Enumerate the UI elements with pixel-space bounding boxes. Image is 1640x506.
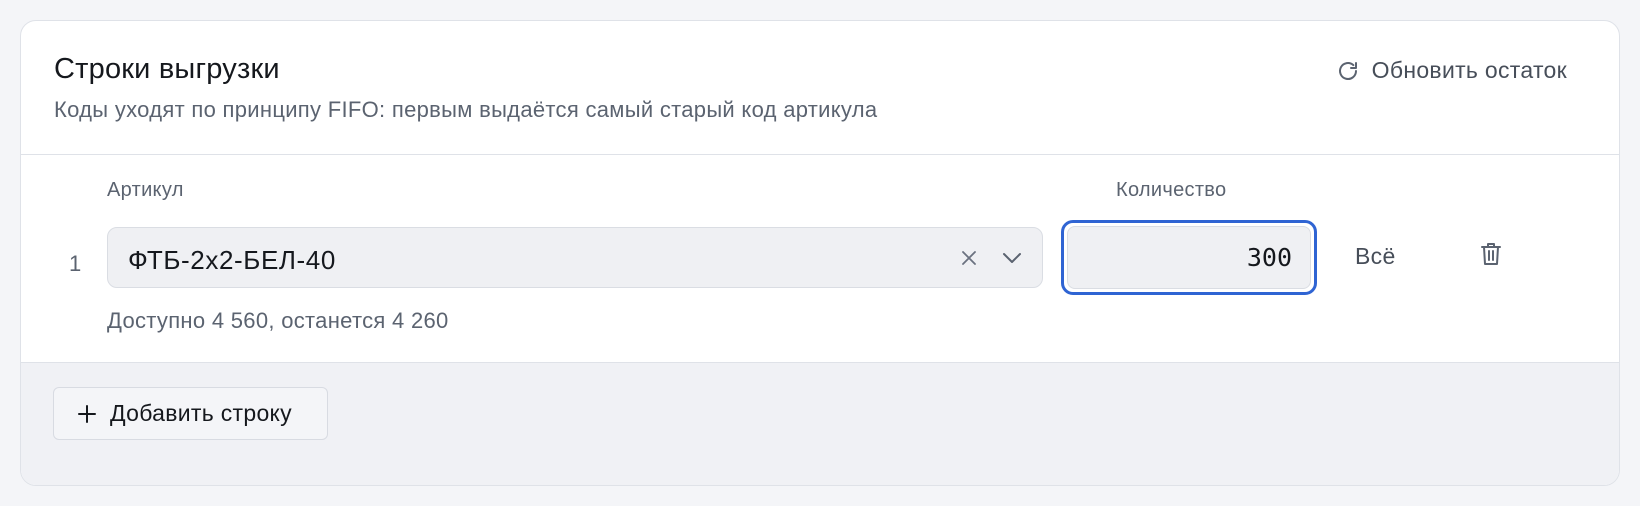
add-row-label: Добавить строку (110, 400, 292, 426)
export-rows-card: Строки выгрузки Коды уходят по принципу … (20, 20, 1620, 486)
trash-icon[interactable] (1479, 241, 1503, 267)
card-footer: Добавить строку (21, 362, 1619, 485)
quantity-field-focus-ring (1061, 220, 1317, 295)
add-row-button[interactable]: Добавить строку (53, 387, 328, 440)
sku-select[interactable]: ФТБ-2х2-БЕЛ-40 (107, 227, 1043, 288)
row-number: 1 (69, 251, 82, 276)
refresh-icon (1338, 61, 1357, 80)
card-title: Строки выгрузки (54, 53, 280, 85)
clear-icon[interactable] (958, 247, 980, 269)
refresh-stock-button[interactable]: Обновить остаток (1336, 57, 1567, 84)
sku-column-label: Артикул (107, 179, 184, 201)
all-quantity-button[interactable]: Всё (1355, 243, 1396, 270)
quantity-column-label: Количество (1116, 179, 1227, 201)
sku-selected-value: ФТБ-2х2-БЕЛ-40 (128, 245, 336, 275)
quantity-input[interactable] (1067, 226, 1311, 289)
chevron-down-icon[interactable] (1000, 247, 1024, 269)
refresh-stock-label: Обновить остаток (1371, 57, 1567, 83)
card-subtitle: Коды уходят по принципу FIFO: первым выд… (54, 97, 878, 122)
export-row: Артикул Количество 1 ФТБ-2х2-БЕЛ-40 Всё … (21, 155, 1619, 381)
plus-icon (78, 404, 96, 423)
card-header: Строки выгрузки Коды уходят по принципу … (21, 21, 1619, 155)
availability-text: Доступно 4 560, останется 4 260 (107, 308, 449, 333)
